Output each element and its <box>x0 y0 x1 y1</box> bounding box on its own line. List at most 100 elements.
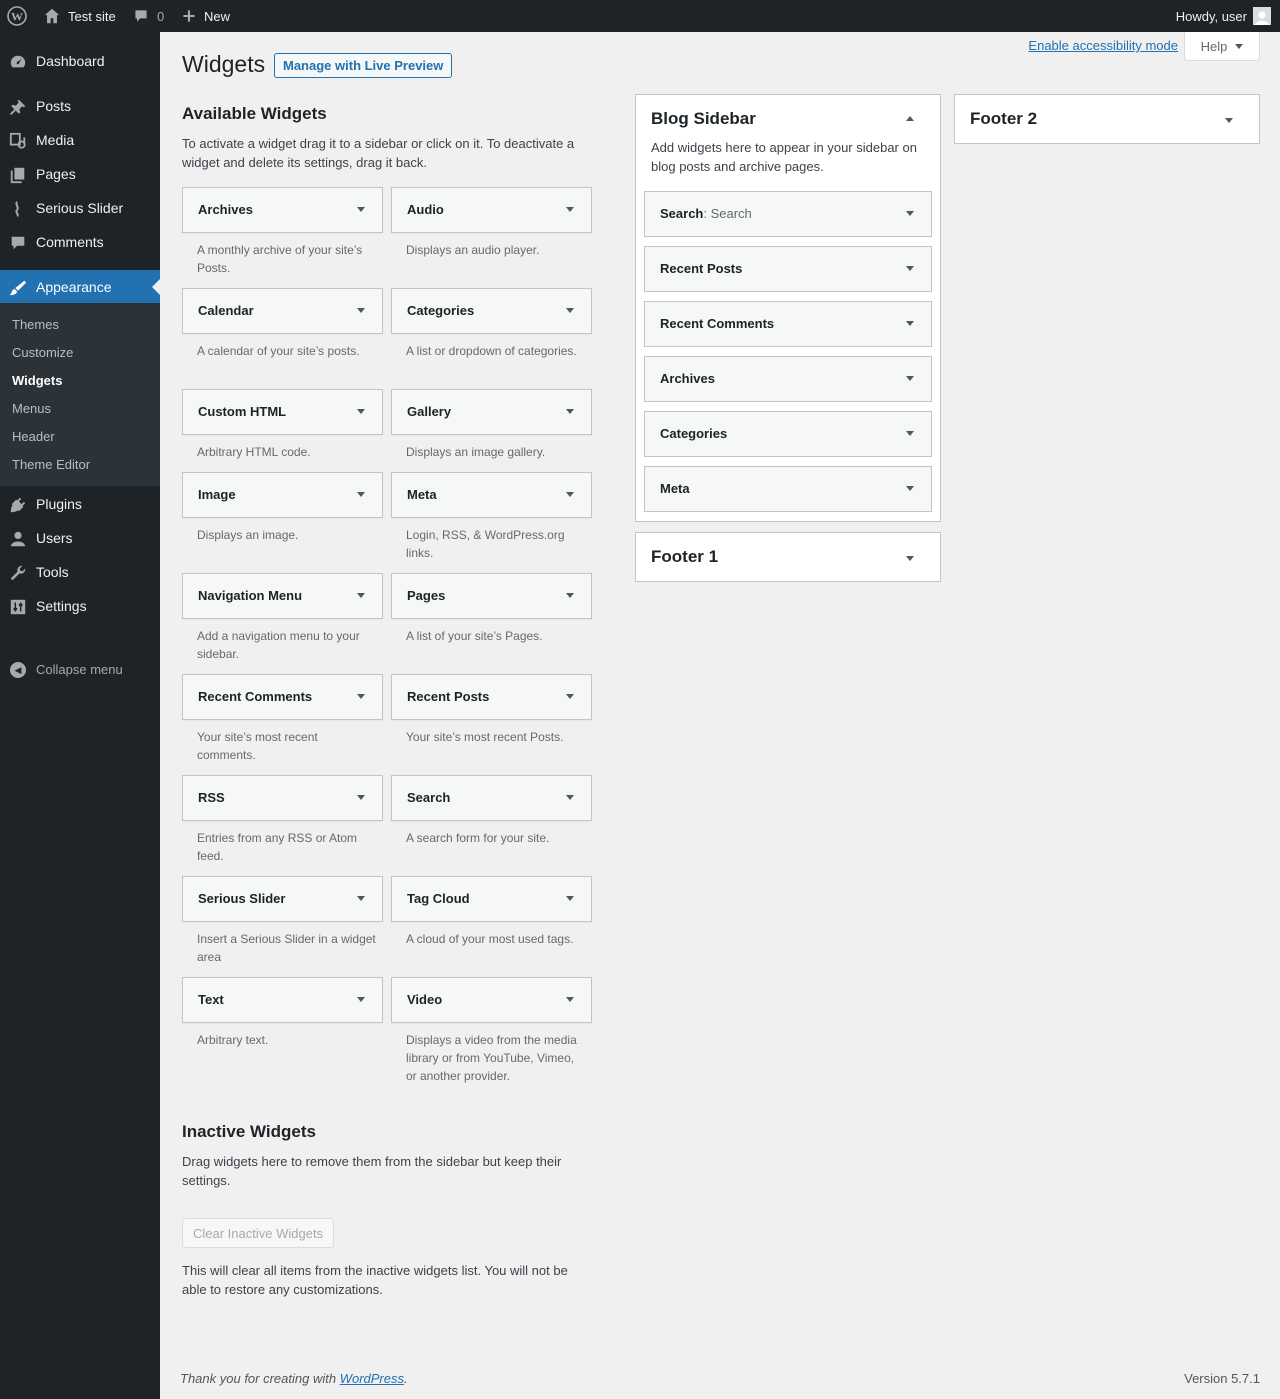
chevron-down-icon[interactable] <box>566 795 574 800</box>
appearance-submenu: Themes Customize Widgets Menus Header Th… <box>0 303 160 486</box>
footer-thankyou: Thank you for creating with WordPress. <box>180 1371 408 1386</box>
chevron-down-icon[interactable] <box>906 556 914 561</box>
accessibility-mode-link[interactable]: Enable accessibility mode <box>1028 38 1178 53</box>
available-widget[interactable]: Video <box>391 977 592 1023</box>
menu-item-appearance[interactable]: Appearance <box>0 270 160 304</box>
chevron-down-icon[interactable] <box>566 409 574 414</box>
widget-description: Arbitrary text. <box>197 1033 269 1047</box>
menu-item-pages[interactable]: Pages <box>0 157 160 191</box>
widget-title: RSS <box>198 790 225 805</box>
submenu-item-menus[interactable]: Menus <box>12 401 51 416</box>
chevron-down-icon[interactable] <box>357 795 365 800</box>
my-account[interactable]: Howdy, user <box>1176 0 1271 32</box>
sidebar-widget[interactable]: Categories <box>644 411 932 457</box>
sidebar-blog[interactable]: Blog Sidebar Add widgets here to appear … <box>635 94 941 522</box>
chevron-down-icon[interactable] <box>357 207 365 212</box>
available-widget[interactable]: Audio <box>391 187 592 233</box>
sidebar-footer-1[interactable]: Footer 1 <box>635 532 941 582</box>
widget-description: Displays an image. <box>197 528 299 542</box>
chevron-down-icon[interactable] <box>357 593 365 598</box>
chevron-down-icon[interactable] <box>1225 118 1233 123</box>
available-widget[interactable]: Navigation Menu <box>182 573 383 619</box>
available-widget[interactable]: Calendar <box>182 288 383 334</box>
wordpress-link[interactable]: WordPress <box>340 1371 404 1386</box>
help-button[interactable]: Help <box>1184 32 1260 61</box>
sidebar-widget[interactable]: Search: Search <box>644 191 932 237</box>
available-widget[interactable]: Serious Slider <box>182 876 383 922</box>
comments-link[interactable]: 0 <box>133 0 164 32</box>
site-name-link[interactable]: Test site <box>43 0 116 32</box>
help-label: Help <box>1200 38 1228 54</box>
chevron-down-icon[interactable] <box>566 896 574 901</box>
menu-item-serious-slider[interactable]: Serious Slider <box>0 191 160 225</box>
chevron-down-icon[interactable] <box>566 694 574 699</box>
available-widget[interactable]: Pages <box>391 573 592 619</box>
available-widget[interactable]: Gallery <box>391 389 592 435</box>
menu-item-media[interactable]: Media <box>0 123 160 157</box>
sidebar-footer-2[interactable]: Footer 2 <box>954 94 1260 144</box>
chevron-down-icon[interactable] <box>357 409 365 414</box>
collapse-menu-button[interactable]: ◀ Collapse menu <box>0 659 160 681</box>
menu-item-plugins[interactable]: Plugins <box>0 487 160 521</box>
available-widget[interactable]: Tag Cloud <box>391 876 592 922</box>
chevron-down-icon[interactable] <box>357 694 365 699</box>
chevron-down-icon[interactable] <box>906 266 914 271</box>
menu-item-tools[interactable]: Tools <box>0 555 160 589</box>
footer-thankyou-suffix: . <box>404 1371 408 1386</box>
available-widget[interactable]: Search <box>391 775 592 821</box>
chevron-down-icon[interactable] <box>566 997 574 1002</box>
available-widget[interactable]: Meta <box>391 472 592 518</box>
chevron-down-icon[interactable] <box>566 593 574 598</box>
chevron-down-icon[interactable] <box>906 376 914 381</box>
submenu-item-customize[interactable]: Customize <box>12 345 73 360</box>
slider-icon <box>9 200 27 218</box>
settings-icon <box>9 598 27 616</box>
menu-item-dashboard[interactable]: Dashboard <box>0 44 160 78</box>
comment-icon <box>9 234 27 252</box>
sidebar-widget[interactable]: Meta <box>644 466 932 512</box>
available-widget[interactable]: Image <box>182 472 383 518</box>
menu-item-posts[interactable]: Posts <box>0 89 160 123</box>
chevron-down-icon[interactable] <box>357 997 365 1002</box>
available-widget[interactable]: Categories <box>391 288 592 334</box>
brush-icon <box>9 279 27 297</box>
menu-item-users[interactable]: Users <box>0 521 160 555</box>
menu-item-comments[interactable]: Comments <box>0 225 160 259</box>
sidebar-widget[interactable]: Recent Posts <box>644 246 932 292</box>
widget-description: A calendar of your site’s posts. <box>197 344 360 358</box>
clear-inactive-note: This will clear all items from the inact… <box>182 1263 568 1297</box>
chevron-down-icon[interactable] <box>906 486 914 491</box>
chevron-down-icon[interactable] <box>357 308 365 313</box>
new-content-link[interactable]: New <box>182 0 230 32</box>
chevron-down-icon[interactable] <box>357 896 365 901</box>
chevron-up-icon[interactable] <box>906 116 914 121</box>
wordpress-logo-icon[interactable]: W <box>7 0 27 32</box>
available-widget[interactable]: Custom HTML <box>182 389 383 435</box>
live-preview-button[interactable]: Manage with Live Preview <box>274 53 453 78</box>
clear-inactive-widgets-button[interactable]: Clear Inactive Widgets <box>182 1218 335 1248</box>
available-widget[interactable]: Recent Comments <box>182 674 383 720</box>
menu-label: Serious Slider <box>36 200 124 216</box>
submenu-item-theme-editor[interactable]: Theme Editor <box>12 457 90 472</box>
chevron-down-icon[interactable] <box>566 492 574 497</box>
sidebar-widget[interactable]: Archives <box>644 356 932 402</box>
available-widget[interactable]: Archives <box>182 187 383 233</box>
chevron-down-icon[interactable] <box>906 211 914 216</box>
home-icon <box>44 8 60 24</box>
menu-item-settings[interactable]: Settings <box>0 589 160 623</box>
available-widget[interactable]: RSS <box>182 775 383 821</box>
chevron-down-icon[interactable] <box>566 207 574 212</box>
chevron-down-icon[interactable] <box>906 321 914 326</box>
submenu-item-themes[interactable]: Themes <box>12 317 59 332</box>
chevron-down-icon[interactable] <box>906 431 914 436</box>
chevron-down-icon[interactable] <box>566 308 574 313</box>
menu-label: Pages <box>36 166 76 182</box>
collapse-label: Collapse menu <box>36 662 123 677</box>
chevron-down-icon[interactable] <box>357 492 365 497</box>
submenu-item-widgets[interactable]: Widgets <box>12 373 62 388</box>
available-widget[interactable]: Text <box>182 977 383 1023</box>
available-widgets-description: To activate a widget drag it to a sideba… <box>182 136 575 170</box>
available-widget[interactable]: Recent Posts <box>391 674 592 720</box>
submenu-item-header[interactable]: Header <box>12 429 55 444</box>
sidebar-widget[interactable]: Recent Comments <box>644 301 932 347</box>
